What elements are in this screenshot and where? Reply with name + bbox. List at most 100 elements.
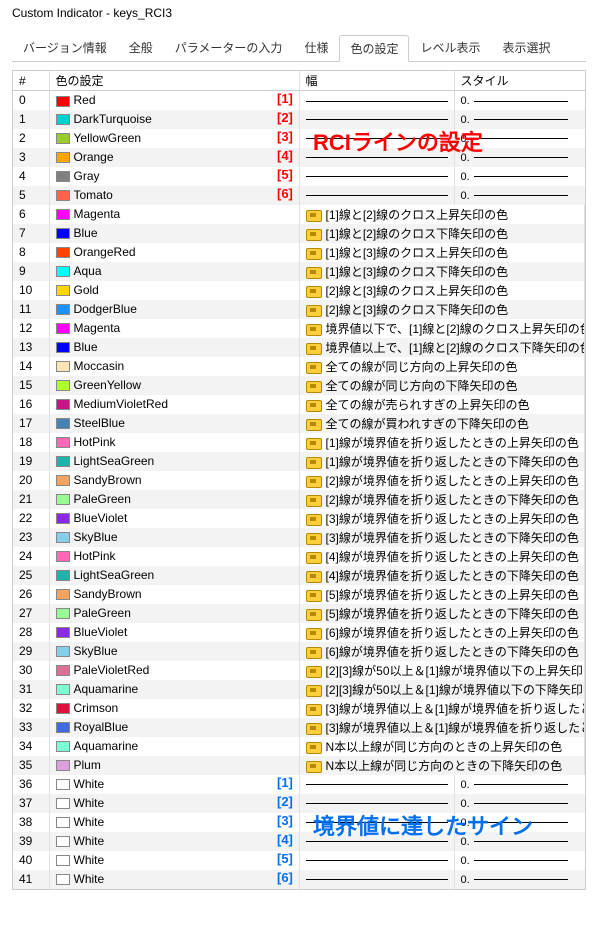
cell-width[interactable]: [3]線が境界値を折り返したときの下降矢印の色 [299, 528, 585, 547]
cell-width[interactable] [299, 870, 454, 889]
cell-color[interactable]: YellowGreen [49, 129, 299, 148]
cell-color[interactable]: White [49, 794, 299, 813]
table-row[interactable]: 18HotPink[1]線が境界値を折り返したときの上昇矢印の色 [13, 433, 585, 452]
table-row[interactable]: 26SandyBrown[5]線が境界値を折り返したときの上昇矢印の色 [13, 585, 585, 604]
table-row[interactable]: 31Aquamarine[2][3]線が50以上＆[1]線が境界値以下の下降矢印… [13, 680, 585, 699]
table-row[interactable]: 2YellowGreen0. [13, 129, 585, 148]
header-width[interactable]: 幅 [299, 71, 454, 91]
cell-width[interactable]: 全ての線が同じ方向の上昇矢印の色 [299, 357, 585, 376]
table-row[interactable]: 29SkyBlue[6]線が境界値を折り返したときの下降矢印の色 [13, 642, 585, 661]
cell-color[interactable]: Tomato [49, 186, 299, 205]
cell-width[interactable]: [3]線が境界値以上＆[1]線が境界値を折り返したときの下降… [299, 718, 585, 737]
table-row[interactable]: 15GreenYellow全ての線が同じ方向の下降矢印の色 [13, 376, 585, 395]
cell-style[interactable]: 0. [454, 129, 585, 148]
table-row[interactable]: 37White0. [13, 794, 585, 813]
table-row[interactable]: 34AquamarineN本以上線が同じ方向のときの上昇矢印の色 [13, 737, 585, 756]
cell-color[interactable]: BlueViolet [49, 623, 299, 642]
table-row[interactable]: 24HotPink[4]線が境界値を折り返したときの上昇矢印の色 [13, 547, 585, 566]
cell-color[interactable]: LightSeaGreen [49, 566, 299, 585]
cell-color[interactable]: Aquamarine [49, 680, 299, 699]
cell-width[interactable]: N本以上線が同じ方向のときの上昇矢印の色 [299, 737, 585, 756]
cell-width[interactable] [299, 813, 454, 832]
table-row[interactable]: 11DodgerBlue[2]線と[3]線のクロス下降矢印の色 [13, 300, 585, 319]
cell-color[interactable]: OrangeRed [49, 243, 299, 262]
table-row[interactable]: 5Tomato0. [13, 186, 585, 205]
cell-color[interactable]: MediumVioletRed [49, 395, 299, 414]
cell-color[interactable]: GreenYellow [49, 376, 299, 395]
table-row[interactable]: 7Blue[1]線と[2]線のクロス下降矢印の色 [13, 224, 585, 243]
cell-color[interactable]: HotPink [49, 433, 299, 452]
tab-2[interactable]: パラメーターの入力 [164, 34, 294, 61]
tab-5[interactable]: レベル表示 [409, 34, 491, 61]
cell-width[interactable] [299, 110, 454, 129]
cell-width[interactable]: [4]線が境界値を折り返したときの下降矢印の色 [299, 566, 585, 585]
cell-color[interactable]: Aqua [49, 262, 299, 281]
cell-width[interactable]: [2]線と[3]線のクロス上昇矢印の色 [299, 281, 585, 300]
cell-style[interactable]: 0. [454, 851, 585, 870]
cell-color[interactable]: HotPink [49, 547, 299, 566]
cell-color[interactable]: Blue [49, 224, 299, 243]
tab-1[interactable]: 全般 [118, 34, 164, 61]
table-row[interactable]: 33RoyalBlue[3]線が境界値以上＆[1]線が境界値を折り返したときの下… [13, 718, 585, 737]
cell-width[interactable]: [1]線と[3]線のクロス上昇矢印の色 [299, 243, 585, 262]
table-row[interactable]: 32Crimson[3]線が境界値以上＆[1]線が境界値を折り返したときの上昇… [13, 699, 585, 718]
table-row[interactable]: 1DarkTurquoise0. [13, 110, 585, 129]
cell-width[interactable]: 全ての線が買われすぎの下降矢印の色 [299, 414, 585, 433]
cell-style[interactable]: 0. [454, 110, 585, 129]
cell-color[interactable]: DarkTurquoise [49, 110, 299, 129]
table-row[interactable]: 25LightSeaGreen[4]線が境界値を折り返したときの下降矢印の色 [13, 566, 585, 585]
cell-width[interactable]: [1]線が境界値を折り返したときの上昇矢印の色 [299, 433, 585, 452]
cell-width[interactable]: [2]線が境界値を折り返したときの上昇矢印の色 [299, 471, 585, 490]
tab-3[interactable]: 仕様 [293, 34, 339, 61]
cell-color[interactable]: Magenta [49, 205, 299, 224]
cell-width[interactable]: 境界値以下で、[1]線と[2]線のクロス上昇矢印の色 [299, 319, 585, 338]
cell-color[interactable]: SkyBlue [49, 528, 299, 547]
cell-width[interactable]: N本以上線が同じ方向のときの下降矢印の色 [299, 756, 585, 775]
cell-width[interactable]: [1]線が境界値を折り返したときの下降矢印の色 [299, 452, 585, 471]
table-row[interactable]: 35PlumN本以上線が同じ方向のときの下降矢印の色 [13, 756, 585, 775]
cell-style[interactable]: 0. [454, 148, 585, 167]
table-row[interactable]: 13Blue境界値以上で、[1]線と[2]線のクロス下降矢印の色 [13, 338, 585, 357]
cell-color[interactable]: Red [49, 91, 299, 110]
table-row[interactable]: 28BlueViolet[6]線が境界値を折り返したときの上昇矢印の色 [13, 623, 585, 642]
table-row[interactable]: 19LightSeaGreen[1]線が境界値を折り返したときの下降矢印の色 [13, 452, 585, 471]
cell-width[interactable]: [1]線と[2]線のクロス下降矢印の色 [299, 224, 585, 243]
cell-style[interactable]: 0. [454, 775, 585, 794]
cell-width[interactable]: [2]線が境界値を折り返したときの下降矢印の色 [299, 490, 585, 509]
table-row[interactable]: 0Red0. [13, 91, 585, 110]
table-row[interactable]: 38White0. [13, 813, 585, 832]
table-row[interactable]: 16MediumVioletRed全ての線が売られすぎの上昇矢印の色 [13, 395, 585, 414]
cell-width[interactable]: 全ての線が同じ方向の下降矢印の色 [299, 376, 585, 395]
cell-color[interactable]: PaleVioletRed [49, 661, 299, 680]
table-row[interactable]: 12Magenta境界値以下で、[1]線と[2]線のクロス上昇矢印の色 [13, 319, 585, 338]
cell-width[interactable]: [6]線が境界値を折り返したときの上昇矢印の色 [299, 623, 585, 642]
cell-color[interactable]: White [49, 851, 299, 870]
cell-width[interactable]: [1]線と[3]線のクロス下降矢印の色 [299, 262, 585, 281]
table-row[interactable]: 22BlueViolet[3]線が境界値を折り返したときの上昇矢印の色 [13, 509, 585, 528]
cell-width[interactable]: 境界値以上で、[1]線と[2]線のクロス下降矢印の色 [299, 338, 585, 357]
cell-color[interactable]: Moccasin [49, 357, 299, 376]
cell-style[interactable]: 0. [454, 167, 585, 186]
cell-color[interactable]: Aquamarine [49, 737, 299, 756]
cell-color[interactable]: Gold [49, 281, 299, 300]
cell-color[interactable]: BlueViolet [49, 509, 299, 528]
table-row[interactable]: 39White0. [13, 832, 585, 851]
cell-width[interactable]: [2]線と[3]線のクロス下降矢印の色 [299, 300, 585, 319]
cell-color[interactable]: SkyBlue [49, 642, 299, 661]
table-row[interactable]: 20SandyBrown[2]線が境界値を折り返したときの上昇矢印の色 [13, 471, 585, 490]
cell-color[interactable]: Orange [49, 148, 299, 167]
cell-color[interactable]: LightSeaGreen [49, 452, 299, 471]
table-row[interactable]: 6Magenta[1]線と[2]線のクロス上昇矢印の色 [13, 205, 585, 224]
cell-width[interactable] [299, 91, 454, 110]
cell-color[interactable]: Blue [49, 338, 299, 357]
table-row[interactable]: 14Moccasin全ての線が同じ方向の上昇矢印の色 [13, 357, 585, 376]
table-row[interactable]: 8OrangeRed[1]線と[3]線のクロス上昇矢印の色 [13, 243, 585, 262]
table-row[interactable]: 4Gray0. [13, 167, 585, 186]
cell-width[interactable] [299, 167, 454, 186]
cell-color[interactable]: Gray [49, 167, 299, 186]
table-row[interactable]: 27PaleGreen[5]線が境界値を折り返したときの下降矢印の色 [13, 604, 585, 623]
cell-style[interactable]: 0. [454, 91, 585, 110]
cell-width[interactable]: [4]線が境界値を折り返したときの上昇矢印の色 [299, 547, 585, 566]
cell-color[interactable]: SandyBrown [49, 585, 299, 604]
cell-style[interactable]: 0. [454, 813, 585, 832]
